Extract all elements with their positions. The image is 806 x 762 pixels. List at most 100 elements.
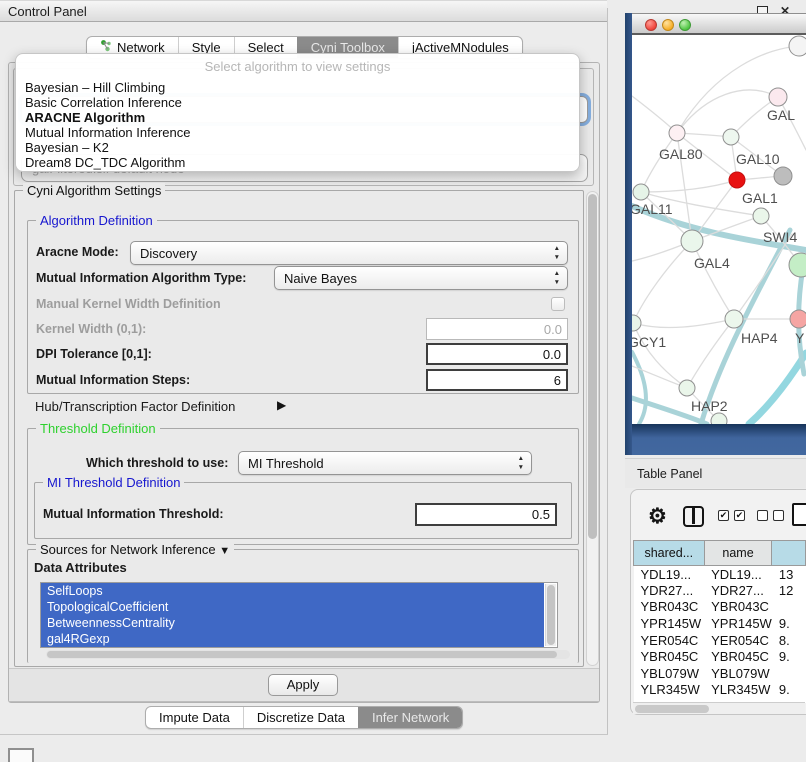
table-cell[interactable]: YER054C — [634, 632, 705, 649]
attributes-vertical-scrollbar[interactable] — [545, 584, 556, 646]
table-cell[interactable]: 13 — [772, 566, 806, 583]
network-node-y[interactable] — [790, 310, 806, 328]
kernel-width-field[interactable] — [426, 318, 568, 340]
unchecked-checkbox-pair-icon[interactable] — [757, 510, 784, 521]
table-cell[interactable]: YDL19... — [634, 566, 705, 583]
network-node[interactable] — [789, 253, 806, 277]
table-cell[interactable] — [772, 599, 806, 616]
network-node-gal10[interactable] — [723, 129, 739, 145]
attribute-item-selfloops[interactable]: SelfLoops — [41, 583, 544, 599]
table-cell[interactable]: YPR145W — [634, 615, 705, 632]
document-icon[interactable] — [792, 503, 806, 526]
network-node-gal1[interactable] — [729, 172, 745, 188]
expand-right-icon[interactable]: ▶ — [277, 398, 286, 412]
algorithm-option-aracne-algorithm[interactable]: ARACNE Algorithm — [19, 111, 576, 126]
network-node-hap4[interactable] — [725, 310, 743, 328]
network-node-gal[interactable] — [769, 88, 787, 106]
table-cell[interactable]: 12 — [772, 582, 806, 599]
cyni-settings-title: Cyni Algorithm Settings — [23, 183, 165, 198]
network-node[interactable] — [774, 167, 792, 185]
table-cell[interactable]: YLR345W — [704, 682, 772, 699]
mi-threshold-field[interactable] — [415, 503, 557, 526]
table-cell[interactable]: YBL079W — [634, 665, 705, 682]
table-cell[interactable]: YDL19... — [704, 566, 772, 583]
table-cell[interactable]: 9. — [772, 682, 806, 699]
close-traffic-light-icon[interactable] — [645, 19, 657, 31]
column-header-shared[interactable]: shared... — [634, 541, 705, 566]
data-attributes-list[interactable]: SelfLoopsTopologicalCoefficientBetweenne… — [40, 582, 558, 648]
table-cell[interactable]: YER054C — [704, 632, 772, 649]
bottom-tabbar: Impute Data Discretize DataInfer Network — [145, 706, 463, 729]
dpi-tolerance-field[interactable] — [426, 343, 568, 365]
algorithm-definition-group: Algorithm Definition Aracne Mode: Discov… — [27, 220, 579, 394]
table-cell[interactable]: YDR27... — [704, 582, 772, 599]
network-node-swi4[interactable] — [753, 208, 769, 224]
table-cell[interactable] — [772, 665, 806, 682]
tab-infer-network[interactable]: Infer Network — [358, 707, 462, 728]
minimize-traffic-light-icon[interactable] — [662, 19, 674, 31]
split-columns-icon[interactable] — [683, 506, 704, 527]
network-node-gal11[interactable] — [633, 184, 649, 200]
attribute-item-topologicalcoefficient[interactable]: TopologicalCoefficient — [41, 599, 544, 615]
table-row[interactable]: YDL19...YDL19...13 — [634, 566, 806, 583]
algorithm-option-bayesian-hill-climbing[interactable]: Bayesian – Hill Climbing — [19, 81, 576, 96]
apply-button[interactable]: Apply — [268, 674, 338, 696]
attributes-horizontal-scrollbar[interactable] — [46, 650, 570, 659]
table-cell[interactable]: 9. — [772, 648, 806, 665]
tab-discretize-data[interactable]: Discretize Data — [243, 707, 358, 728]
settings-vertical-scrollbar[interactable] — [586, 191, 599, 666]
network-node-gcy1[interactable] — [632, 315, 641, 331]
table-cell[interactable]: YLR345W — [634, 682, 705, 699]
network-node-gal4[interactable] — [681, 230, 703, 252]
table-cell[interactable]: 8. — [772, 632, 806, 649]
network-node-hap2[interactable] — [679, 380, 695, 396]
aracne-mode-combo[interactable]: Discovery ▲▼ — [130, 241, 568, 265]
table-row[interactable]: YBL079WYBL079W — [634, 665, 806, 682]
table-cell[interactable]: YPR145W — [704, 615, 772, 632]
network-node[interactable] — [711, 413, 727, 424]
gear-icon[interactable]: ⚙ — [648, 504, 667, 529]
network-node-gal80[interactable] — [669, 125, 685, 141]
network-window-titlebar[interactable] — [632, 13, 806, 35]
collapse-down-icon[interactable]: ▼ — [219, 545, 230, 557]
table-cell[interactable]: YDR27... — [634, 582, 705, 599]
table-cell[interactable]: YBR043C — [634, 599, 705, 616]
table-row[interactable]: YPR145WYPR145W9. — [634, 615, 806, 632]
network-node[interactable] — [789, 36, 806, 56]
table-row[interactable]: YBR045CYBR045C9. — [634, 648, 806, 665]
hub-definition-label[interactable]: Hub/Transcription Factor Definition — [35, 399, 235, 414]
table-cell[interactable]: YBR045C — [634, 648, 705, 665]
mi-steps-field[interactable] — [426, 369, 568, 391]
tab-label: Impute Data — [159, 707, 230, 729]
table-horizontal-scrollbar[interactable] — [633, 702, 805, 714]
manual-kernel-checkbox[interactable] — [551, 297, 565, 311]
tab-impute-data[interactable]: Impute Data — [146, 707, 243, 728]
attribute-item-betweennesscentrality[interactable]: BetweennessCentrality — [41, 615, 544, 631]
algorithm-option-mutual-information-inference[interactable]: Mutual Information Inference — [19, 126, 576, 141]
algorithm-option-basic-correlation-inference[interactable]: Basic Correlation Inference — [19, 96, 576, 111]
control-panel-titlebar: Control Panel — [0, 0, 607, 22]
table-row[interactable]: YER054CYER054C8. — [634, 632, 806, 649]
checked-checkbox-pair-icon[interactable]: ✔✔ — [718, 510, 745, 521]
column-header-name[interactable]: name — [704, 541, 772, 566]
network-canvas[interactable]: GALGAL80GAL10GAL1GAL11SWI4GAL4GCY1HAP4YH… — [632, 35, 806, 424]
aracne-mode-label: Aracne Mode: — [36, 245, 119, 259]
column-header-3[interactable] — [772, 541, 806, 566]
algorithm-option-dream8-dc-tdc-algorithm[interactable]: Dream8 DC_TDC Algorithm — [19, 156, 576, 171]
mi-type-combo[interactable]: Naive Bayes ▲▼ — [274, 266, 568, 290]
attribute-item-gal4rgexp[interactable]: gal4RGexp — [41, 631, 544, 647]
algorithm-dropdown[interactable]: Select algorithm to view settings Bayesi… — [15, 53, 580, 172]
table-cell[interactable]: YBL079W — [704, 665, 772, 682]
network-edge — [632, 96, 677, 133]
table-cell[interactable]: YBR045C — [704, 648, 772, 665]
table-cell[interactable]: 9. — [772, 615, 806, 632]
table-row[interactable]: YDR27...YDR27...12 — [634, 582, 806, 599]
which-threshold-combo[interactable]: MI Threshold ▲▼ — [238, 451, 532, 475]
table-row[interactable]: YBR043CYBR043C — [634, 599, 806, 616]
table-row[interactable]: YLR345WYLR345W9. — [634, 682, 806, 699]
node-label: GAL — [767, 107, 795, 123]
collapsed-panel-icon[interactable] — [8, 748, 34, 762]
zoom-traffic-light-icon[interactable] — [679, 19, 691, 31]
table-cell[interactable]: YBR043C — [704, 599, 772, 616]
algorithm-option-bayesian-k2[interactable]: Bayesian – K2 — [19, 141, 576, 156]
